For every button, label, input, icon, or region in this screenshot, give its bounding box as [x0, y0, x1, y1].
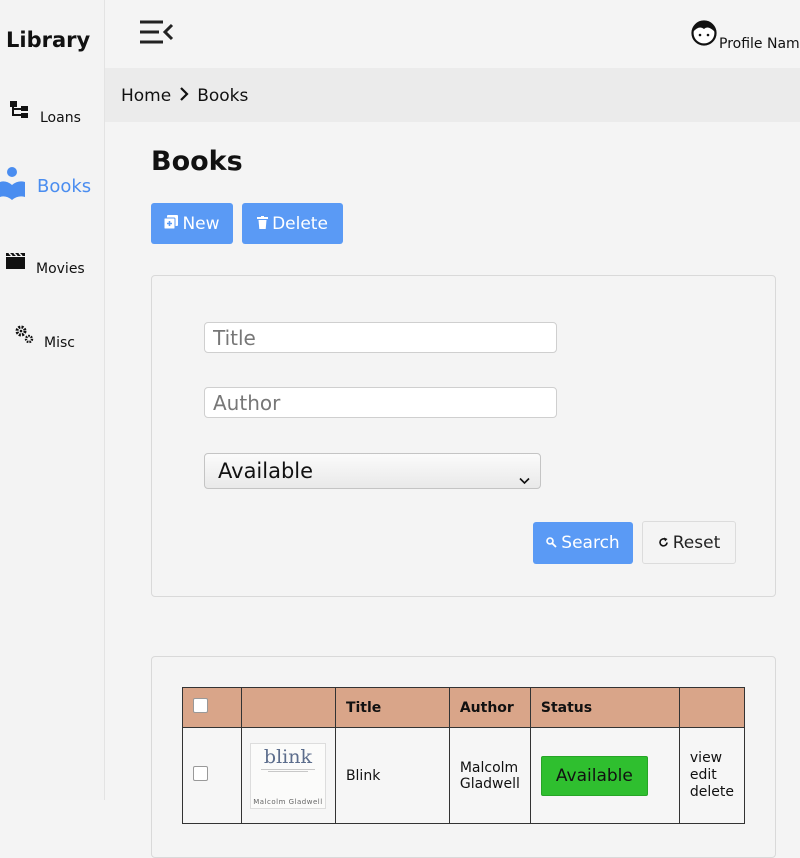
new-button-label: New	[182, 213, 220, 234]
delete-button[interactable]: Delete	[242, 203, 343, 244]
clapperboard-icon	[6, 252, 26, 273]
select-all-checkbox[interactable]	[193, 698, 208, 713]
status-select[interactable]: Available	[204, 453, 541, 489]
profile-name: Profile Name	[719, 36, 800, 52]
row-select-cell	[182, 727, 242, 824]
menu-collapse-button[interactable]	[139, 20, 175, 46]
edit-link[interactable]: edit	[690, 767, 734, 784]
author-cell: Malcolm Gladwell	[448, 727, 531, 824]
reset-button[interactable]: Reset	[642, 521, 736, 564]
cover-author: Malcolm Gladwell	[253, 797, 323, 806]
sidebar-item-label: Misc	[44, 335, 75, 351]
trash-icon	[257, 214, 269, 234]
title-header: Title	[334, 687, 450, 728]
search-icon	[546, 533, 557, 553]
breadcrumb-bar: Home Books	[105, 68, 800, 122]
reset-button-label: Reset	[672, 532, 721, 553]
new-button[interactable]: New	[151, 203, 233, 244]
author-header: Author	[448, 687, 531, 728]
select-all-cell	[182, 687, 242, 728]
book-reader-icon	[0, 166, 26, 206]
menu-collapse-icon	[139, 20, 175, 50]
status-header: Status	[529, 687, 680, 728]
sidebar-item-label: Loans	[40, 110, 81, 126]
actions-cell: view edit delete	[678, 727, 746, 824]
sidebar-item-label: Movies	[36, 261, 85, 277]
search-panel: Available Search Reset	[151, 275, 776, 597]
cover-title: blink	[263, 745, 312, 768]
title-cell: Blink	[334, 727, 450, 824]
chevron-right-icon	[179, 86, 189, 106]
main-content: Books New Delete Available Search	[121, 122, 800, 858]
search-button[interactable]: Search	[533, 522, 633, 564]
user-face-icon	[691, 20, 717, 50]
sidebar-item-movies[interactable]: Movies	[0, 249, 104, 277]
sidebar: Library Loans Books Movies Misc	[0, 0, 105, 800]
row-checkbox[interactable]	[193, 766, 208, 781]
book-cover-image[interactable]: blink Malcolm Gladwell	[249, 742, 326, 809]
cover-divider	[260, 768, 315, 770]
delete-link[interactable]: delete	[690, 784, 734, 801]
cover-cell: blink Malcolm Gladwell	[240, 727, 336, 824]
search-button-label: Search	[561, 533, 620, 553]
sidebar-item-loans[interactable]: Loans	[0, 98, 104, 126]
add-copy-icon	[163, 214, 179, 234]
actions-header	[678, 687, 746, 728]
page-title: Books	[151, 146, 243, 177]
status-badge: Available	[540, 755, 648, 796]
status-cell: Available	[529, 727, 680, 824]
breadcrumb: Home Books	[121, 86, 248, 106]
cover-divider	[267, 770, 308, 772]
sitemap-icon	[10, 101, 30, 123]
books-table: Title Author Status blink Malcolm Gladwe…	[182, 687, 746, 824]
app-brand: Library	[6, 28, 91, 52]
refresh-icon	[658, 533, 669, 553]
view-link[interactable]: view	[690, 750, 734, 767]
table-row: blink Malcolm Gladwell Blink Malcolm Gla…	[182, 727, 746, 824]
sidebar-item-label: Books	[37, 175, 92, 197]
breadcrumb-home[interactable]: Home	[121, 86, 171, 106]
profile-menu[interactable]: Profile Name	[691, 20, 800, 52]
sidebar-item-misc[interactable]: Misc	[0, 321, 104, 351]
title-search-input[interactable]	[204, 322, 557, 353]
gears-icon	[14, 324, 34, 348]
table-header-row: Title Author Status	[182, 687, 746, 728]
top-bar: Profile Name	[105, 0, 800, 68]
breadcrumb-current: Books	[197, 86, 249, 106]
author-search-input[interactable]	[204, 387, 557, 418]
status-select-value: Available	[218, 459, 314, 483]
cover-header	[240, 687, 336, 728]
delete-button-label: Delete	[272, 213, 328, 234]
sidebar-item-books[interactable]: Books	[0, 166, 104, 206]
chevron-down-icon	[519, 466, 530, 490]
results-panel: Title Author Status blink Malcolm Gladwe…	[151, 656, 776, 858]
